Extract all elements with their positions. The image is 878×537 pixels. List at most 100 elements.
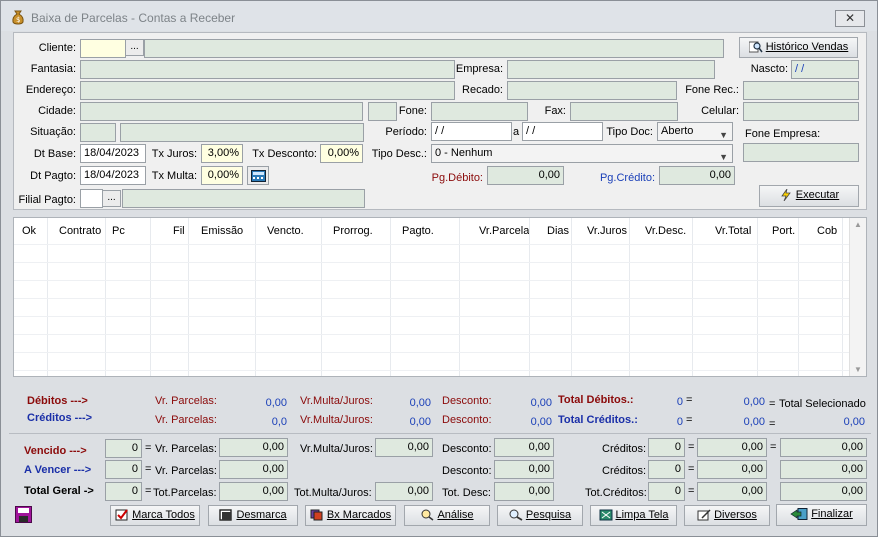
cliente-code-input[interactable] [80,39,126,58]
label-empresa: Empresa: [455,63,503,75]
vencido-total-eq: = [770,441,777,453]
tipo-desc-select[interactable]: 0 - Nenhum ▼ [431,144,733,163]
marca-todos-button[interactable]: Marca Todos [110,505,200,526]
total-selecionado-value: 0,00 [843,416,865,428]
col-pc[interactable]: Pc [112,225,125,237]
col-pagto[interactable]: Pagto. [402,225,434,237]
avencer-parcelas-field: 0,00 [219,460,288,479]
col-vencto[interactable]: Vencto. [267,225,304,237]
pesquisa-button[interactable]: Pesquisa [497,505,583,526]
label-tipo-desc: Tipo Desc.: [371,148,427,160]
totalgeral-eq: = [145,485,152,497]
marca-todos-label: Marca Todos [132,509,195,521]
vencido-multa-field: 0,00 [375,438,433,457]
label-tot-desc: Tot. Desc: [442,487,491,499]
scroll-up-icon[interactable]: ▲ [854,220,862,229]
label-pg-debito: Pg.Débito: [431,172,483,184]
col-vr-desc[interactable]: Vr.Desc. [645,225,686,237]
tipo-doc-select[interactable]: Aberto ▼ [657,122,733,141]
scroll-down-icon[interactable]: ▼ [854,365,862,374]
totalgeral-creditos-count: 0 [648,482,685,501]
avencer-eq: = [145,463,152,475]
col-vr-total[interactable]: Vr.Total [715,225,751,237]
vencido-total-field: 0,00 [780,438,867,457]
pg-credito-field: 0,00 [659,166,735,185]
cred-multa-juros-value: 0,00 [409,416,431,428]
avencer-desconto-field: 0,00 [494,460,554,479]
vencido-cred-eq: = [688,441,695,453]
total-debitos-eq: = [686,394,693,406]
total-debitos-value: 0,00 [743,396,765,408]
calculator-button[interactable] [247,166,269,185]
search-icon [509,509,523,521]
svg-text:$: $ [16,16,20,24]
totalgeral-creditos-field: 0,00 [697,482,767,501]
col-fil[interactable]: Fil [173,225,185,237]
executar-label: Executar [795,189,840,201]
pesquisa-label: Pesquisa [525,509,572,521]
bx-marcados-label: Bx Marcados [326,509,392,521]
label-nascto: Nascto: [750,63,788,75]
col-ok[interactable]: Ok [22,225,36,237]
dt-pagto-input[interactable]: 18/04/2023 [80,166,146,185]
col-cob[interactable]: Cob [817,225,837,237]
fone-field [431,102,528,121]
cliente-lookup-button[interactable]: ... [125,39,144,56]
label-fone-rec: Fone Rec.: [685,84,739,96]
diversos-button[interactable]: Diversos [684,505,770,526]
label-total-debitos: Total Débitos.: [558,394,634,406]
label-periodo: Período: [385,126,427,138]
dt-base-input[interactable]: 18/04/2023 [80,144,146,163]
col-prorrog[interactable]: Prorrog. [333,225,373,237]
filial-lookup-button[interactable]: ... [102,190,121,207]
total-creditos-eq: = [686,414,693,426]
deb-desconto-value: 0,00 [530,397,552,409]
limpa-tela-button[interactable]: Limpa Tela [590,505,677,526]
celular-field [743,102,859,121]
finalizar-button[interactable]: Finalizar [776,504,867,526]
desmarca-label: Desmarca [236,509,287,521]
col-dias[interactable]: Dias [547,225,569,237]
close-button[interactable]: ✕ [835,10,865,27]
label-cliente: Cliente: [38,42,76,54]
label-tot-parcelas: Tot.Parcelas: [153,487,217,499]
col-vr-parcela[interactable]: Vr.Parcela [479,225,529,237]
parcelas-grid[interactable]: Ok Contrato Pc Fil Emissão Vencto. Prorr… [13,217,867,377]
col-contrato[interactable]: Contrato [59,225,101,237]
periodo-fim-input[interactable]: / / [522,122,603,141]
analise-button[interactable]: Análise [404,505,490,526]
label-fax: Fax: [544,105,566,117]
tx-desconto-input[interactable]: 0,00% [320,144,363,163]
tx-juros-input[interactable]: 3,00% [201,144,243,163]
main-window: $ Baixa de Parcelas - Contas a Receber ✕… [0,0,878,537]
diversos-label: Diversos [714,509,757,521]
grid-row-line [14,370,852,371]
totalgeral-parcelas-field: 0,00 [219,482,288,501]
label-situacao: Situação: [30,126,76,138]
executar-button[interactable]: Executar [759,185,859,207]
label-endereco: Endereço: [25,84,76,96]
bx-marcados-button[interactable]: Bx Marcados [305,505,396,526]
label-cred-multa-juros: Vr.Multa/Juros: [300,414,373,426]
col-emissao[interactable]: Emissão [201,225,243,237]
filial-pagto-input[interactable] [80,189,103,208]
grid-row-line [14,298,852,299]
save-button[interactable] [15,506,32,523]
historico-vendas-button[interactable]: Histórico Vendas [739,37,858,58]
col-port[interactable]: Port. [772,225,795,237]
label-tipo-doc: Tipo Doc: [606,126,653,138]
label-celular: Celular: [701,105,739,117]
desmarca-button[interactable]: Desmarca [208,505,298,526]
label-filial-pagto: Filial Pagto: [18,194,76,206]
label-a-vencer: A Vencer ---> [24,464,92,476]
label-deb-desconto: Desconto: [442,395,492,407]
fantasia-field [80,60,455,79]
chevron-down-icon: ▼ [719,130,728,140]
col-vr-juros[interactable]: Vr.Juros [587,225,627,237]
grid-row-line [14,352,852,353]
uf-field [368,102,397,121]
save-disk-icon [15,506,32,523]
tx-multa-input[interactable]: 0,00% [201,166,243,185]
periodo-inicio-input[interactable]: / / [431,122,512,141]
grid-scrollbar[interactable]: ▲ ▼ [849,218,866,376]
